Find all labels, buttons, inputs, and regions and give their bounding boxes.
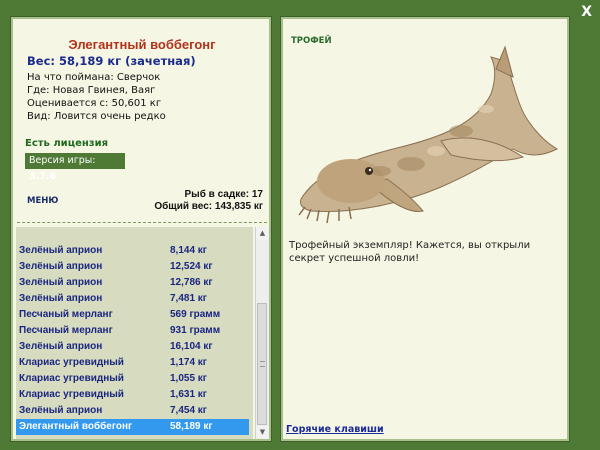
catch-fish-name: Зелёный априон — [19, 405, 103, 416]
catch-fish-name: Песчаный мерланг — [19, 309, 113, 320]
version-label: Версия игры: — [29, 155, 96, 166]
catch-fish-weight: 931 грамм — [170, 325, 221, 336]
location-info: Где: Новая Гвинея, Ваяг — [27, 85, 156, 96]
fish-count: Рыб в садке: 17 — [184, 189, 263, 200]
trophy-panel: ТРОФЕЙ Трофейный экземпляр! Кажется, вы … — [280, 16, 570, 442]
total-weight: Общий вес: 143,835 кг — [154, 201, 263, 212]
catch-row[interactable]: Клариас угревидный 1,174 кг — [16, 355, 249, 371]
catch-fish-weight: 1,174 кг — [170, 357, 207, 368]
close-button[interactable]: X — [581, 4, 592, 20]
catch-fish-name: Зелёный априон — [19, 341, 103, 352]
catch-fish-weight: 7,454 кг — [170, 405, 207, 416]
catch-row[interactable]: Клариас угревидный 1,055 кг — [16, 371, 249, 387]
catch-row[interactable]: Зелёный априон 8,144 кг — [16, 243, 249, 259]
trophy-message: Трофейный экземпляр! Кажется, вы открыли… — [289, 240, 531, 264]
valued-info: Оценивается с: 50,601 кг — [27, 98, 162, 109]
catch-fish-weight: 16,104 кг — [170, 341, 213, 352]
catch-fish-weight: 58,189 кг — [170, 421, 213, 432]
license-status: Есть лицензия — [25, 138, 109, 149]
hotkeys-link[interactable]: Горячие клавиши — [286, 424, 384, 435]
catch-fish-name: Песчаный мерланг — [19, 325, 113, 336]
catch-fish-name: Зелёный априон — [19, 261, 103, 272]
catch-fish-name: Зелёный априон — [19, 277, 103, 288]
catch-info-panel: Элегантный воббегонг Вес: 58,189 кг (зач… — [10, 16, 272, 442]
version-value: 3.7.6 — [29, 171, 57, 182]
catch-row[interactable]: Зелёный априон 7,454 кг — [16, 403, 249, 419]
catch-fish-name: Клариас угревидный — [19, 373, 124, 384]
divider — [17, 222, 267, 223]
catch-row[interactable]: Зелёный априон 16,104 кг — [16, 339, 249, 355]
catch-fish-weight: 12,524 кг — [170, 261, 213, 272]
catch-row[interactable]: Зелёный априон 12,524 кг — [16, 259, 249, 275]
bait-info: На что поймана: Сверчок — [27, 72, 161, 83]
scroll-thumb[interactable] — [257, 303, 267, 425]
trophy-label: ТРОФЕЙ — [291, 36, 332, 46]
scroll-up-arrow-icon[interactable]: ▲ — [256, 227, 269, 240]
catch-fish-weight: 12,786 кг — [170, 277, 213, 288]
catch-fish-name: Клариас угревидный — [19, 389, 124, 400]
catch-fish-weight: 8,144 кг — [170, 245, 207, 256]
keepnet-stats: Рыб в садке: 17 Общий вес: 143,835 кг — [154, 189, 263, 213]
scroll-down-arrow-icon[interactable]: ▼ — [256, 426, 269, 439]
fish-title: Элегантный воббегонг — [68, 37, 216, 52]
rarity-info: Вид: Ловится очень редко — [27, 111, 166, 122]
wobbegong-fish-image — [298, 45, 559, 224]
catch-fish-weight: 7,481 кг — [170, 293, 207, 304]
catch-row[interactable]: Песчаный мерланг 931 грамм — [16, 323, 249, 339]
catch-fish-name: Зелёный априон — [19, 293, 103, 304]
catch-row[interactable]: Зелёный априон 12,786 кг — [16, 275, 249, 291]
fish-weight: Вес: 58,189 кг (зачетная) — [27, 54, 196, 68]
menu-button[interactable]: МЕНЮ — [27, 196, 58, 206]
catch-list-scrollbar[interactable]: ▲ ▼ — [255, 227, 269, 439]
catch-fish-weight: 1,055 кг — [170, 373, 207, 384]
catch-fish-name: Зелёный априон — [19, 245, 103, 256]
catch-row-selected[interactable]: Элегантный воббегонг 58,189 кг — [16, 419, 249, 435]
catch-row[interactable]: Клариас угревидный 1,631 кг — [16, 387, 249, 403]
version-bar: Версия игры: 3.7.6 — [25, 153, 125, 182]
grip-icon — [260, 361, 265, 367]
catch-list[interactable]: Зелёный априон 8,144 кг Зелёный априон 12,5… — [16, 227, 253, 439]
catch-row[interactable]: Песчаный мерланг 569 грамм — [16, 307, 249, 323]
catch-fish-weight: 1,631 кг — [170, 389, 207, 400]
catch-fish-weight: 569 грамм — [170, 309, 221, 320]
catch-fish-name: Клариас угревидный — [19, 357, 124, 368]
catch-fish-name: Элегантный воббегонг — [19, 421, 133, 432]
catch-row[interactable]: Зелёный априон 7,481 кг — [16, 291, 249, 307]
